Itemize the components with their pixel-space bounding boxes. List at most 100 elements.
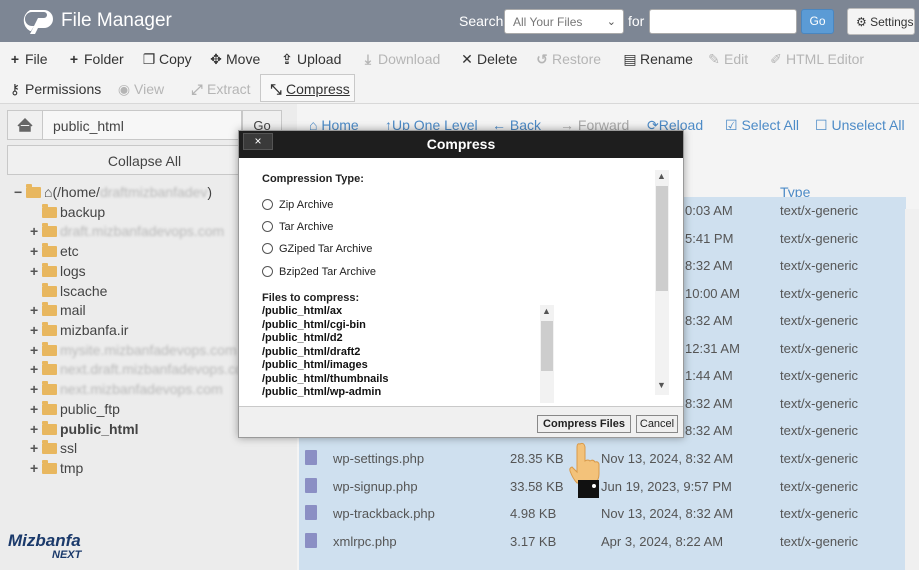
tree-root-prefix: (/home/ [52, 184, 100, 200]
scroll-up-icon[interactable]: ▲ [657, 171, 666, 181]
upload-icon: ⇪ [281, 51, 293, 67]
checkbox-empty-icon: ☐ [815, 117, 832, 133]
rename-icon: ▤ [623, 51, 637, 67]
file-list-scrollbar[interactable] [905, 209, 919, 570]
scroll-up-icon[interactable]: ▲ [542, 306, 551, 316]
expand-icon: + [30, 440, 39, 456]
list-item: /public_html/thumbnails [262, 372, 389, 385]
rename-button[interactable]: ▤ Rename [623, 51, 693, 68]
gear-icon: ⚙ [856, 15, 867, 29]
plus-icon: + [10, 51, 20, 67]
tree-item-mysite[interactable]: + mysite.mizbanfadevops.com [30, 342, 237, 362]
tree-item-logs[interactable]: + logs [30, 263, 86, 283]
path-input[interactable]: public_html [42, 110, 242, 140]
folder-icon [42, 361, 57, 375]
download-button[interactable]: ⤓ Download [361, 51, 440, 68]
tree-item-mizbanfa[interactable]: + mizbanfa.ir [30, 322, 128, 342]
edit-button[interactable]: ✎ Edit [707, 51, 748, 68]
close-button[interactable]: × [243, 133, 273, 150]
file-icon [305, 505, 317, 520]
list-item: /public_html/cgi-bin [262, 318, 366, 331]
folder-icon [42, 342, 57, 356]
compress-files-button[interactable]: Compress Files [537, 415, 631, 433]
option-gzip-tar[interactable]: GZiped Tar Archive [262, 243, 372, 255]
tree-item-backup[interactable]: backup [40, 204, 105, 224]
folder-icon [42, 283, 57, 297]
settings-button[interactable]: ⚙ Settings [847, 8, 915, 35]
files-list: /public_html/ax /public_html/cgi-bin /pu… [262, 305, 542, 403]
folder-icon [42, 223, 57, 237]
table-row[interactable]: xmlrpc.php 3.17 KB Apr 3, 2024, 8:22 AM tex… [299, 528, 906, 555]
tree-item-next[interactable]: + next.mizbanfadevops.com [30, 381, 223, 401]
expand-icon: + [30, 342, 39, 358]
scroll-thumb[interactable] [541, 321, 553, 371]
move-icon: ✥ [210, 51, 222, 67]
file-icon [305, 533, 317, 548]
file-button[interactable]: + File [8, 51, 48, 67]
move-button[interactable]: ✥ Move [209, 51, 260, 68]
edit-icon: ✎ [708, 51, 720, 67]
tree-item-lscache[interactable]: lscache [40, 283, 107, 303]
collapse-icon: − [14, 184, 23, 200]
folder-icon [42, 322, 57, 336]
option-bzip2-tar[interactable]: Bzip2ed Tar Archive [262, 266, 376, 278]
scroll-down-icon[interactable]: ▼ [657, 380, 666, 390]
cpanel-logo-icon [23, 10, 53, 34]
search-scope-select[interactable]: All Your Files ⌄ [504, 9, 624, 34]
files-to-compress-label: Files to compress: [262, 292, 360, 304]
dialog-scrollbar[interactable]: ▲ ▼ [655, 170, 669, 395]
search-go-button[interactable]: Go [801, 9, 834, 34]
brand-line-1: Mizbanfa [8, 531, 81, 550]
home-button[interactable] [7, 110, 43, 140]
copy-button[interactable]: ❐ Copy [142, 51, 192, 68]
nav-select-all[interactable]: ☑ Select All [725, 117, 799, 134]
for-label: for [628, 13, 645, 29]
html-editor-button[interactable]: ✐ HTML Editor [769, 51, 864, 68]
nav-unselect-all[interactable]: ☐ Unselect All [815, 117, 905, 134]
delete-button[interactable]: ✕ Delete [460, 51, 517, 68]
eye-icon: ◉ [117, 81, 131, 97]
folder-icon [42, 263, 57, 277]
restore-button[interactable]: ↺ Restore [535, 51, 601, 68]
hand-pointer-icon [569, 442, 600, 498]
tree-root[interactable]: − ⌂(/home/draftmizbanfadev) [14, 184, 212, 204]
expand-icon: + [30, 322, 39, 338]
tree-item-ssl[interactable]: + ssl [30, 440, 77, 460]
view-button[interactable]: ◉ View [117, 81, 164, 98]
option-tar[interactable]: Tar Archive [262, 221, 333, 233]
files-list-scrollbar[interactable]: ▲ [540, 305, 554, 403]
expand-icon: + [30, 302, 39, 318]
option-zip[interactable]: Zip Archive [262, 199, 333, 211]
extract-button[interactable]: ⤢ Extract [190, 81, 250, 98]
expand-icon: + [30, 263, 39, 279]
compress-dialog: Compress × Compression Type: Zip Archive… [238, 130, 684, 438]
search-input[interactable] [649, 9, 797, 34]
tree-item-etc[interactable]: + etc [30, 243, 79, 263]
tree-item-tmp[interactable]: + tmp [30, 460, 83, 480]
compress-button[interactable]: ⤡ Compress [269, 81, 349, 98]
toolbar: + File + Folder ❐ Copy ✥ Move ⇪ Upload ⤓ Downl… [0, 42, 919, 104]
tree-root-suffix: ) [207, 184, 213, 200]
tree-item-draft[interactable]: + draft.mizbanfadevops.com [30, 223, 224, 243]
plus-icon: + [69, 51, 79, 67]
chevron-down-icon: ⌄ [606, 16, 616, 28]
upload-button[interactable]: ⇪ Upload [280, 51, 341, 68]
scroll-thumb[interactable] [656, 186, 668, 291]
extract-icon: ⤢ [191, 81, 203, 97]
cancel-button[interactable]: Cancel [636, 415, 678, 433]
tree-item-public-ftp[interactable]: + public_ftp [30, 401, 120, 421]
radio-icon [262, 199, 273, 210]
table-row[interactable]: wp-trackback.php 4.98 KB Nov 13, 2024, 8:3… [299, 500, 906, 527]
compress-icon: ⤡ [270, 81, 282, 97]
tree-item-next-draft[interactable]: + next.draft.mizbanfadevops.com [30, 361, 255, 381]
folder-icon [42, 302, 57, 316]
brand-logo: Mizbanfa NEXT [8, 531, 100, 563]
tree-item-public-html[interactable]: + public_html [30, 421, 139, 441]
list-item: /public_html/wp-admin [262, 386, 382, 398]
permissions-button[interactable]: ⚷ Permissions [8, 81, 101, 98]
file-icon [305, 478, 317, 493]
delete-icon: ✕ [461, 51, 473, 67]
folder-button[interactable]: + Folder [67, 51, 124, 67]
tree-item-mail[interactable]: + mail [30, 302, 86, 322]
folder-icon [42, 381, 57, 395]
